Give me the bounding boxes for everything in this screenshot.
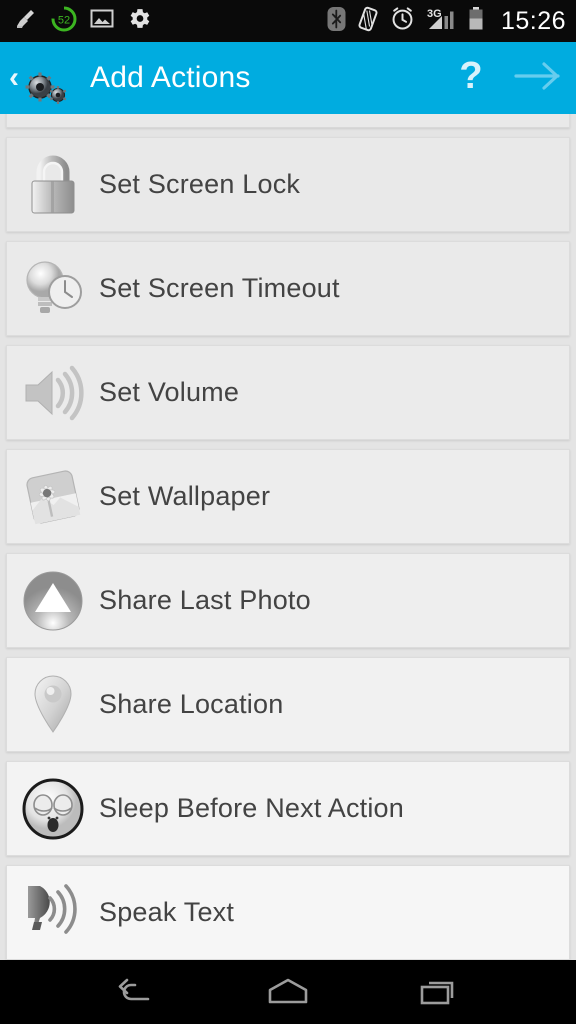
cleaner-broom-icon — [14, 7, 38, 36]
map-pin-icon — [7, 657, 99, 752]
list-item[interactable]: Set Screen Timeout — [6, 241, 570, 336]
list-item[interactable]: Set Volume — [6, 345, 570, 440]
speaking-head-icon — [7, 865, 99, 960]
list-item-label: Set Screen Timeout — [99, 273, 340, 303]
sleepy-face-icon — [7, 761, 99, 856]
wallpaper-photo-icon — [7, 449, 99, 544]
help-button[interactable]: ? — [442, 57, 500, 99]
page-title: Add Actions — [90, 61, 251, 94]
signal-3g-icon: 3G — [426, 6, 456, 37]
actions-list[interactable]: Set Screen Lock Set Screen Timeout Set V… — [0, 114, 576, 960]
battery-percent-badge-icon: 52 — [51, 6, 77, 37]
bluetooth-icon — [327, 6, 346, 37]
list-item-label: Share Location — [99, 689, 284, 719]
nav-home-button[interactable] — [248, 960, 328, 1024]
list-item-label: Set Volume — [99, 377, 240, 407]
settings-gear-icon — [127, 6, 152, 36]
list-item-label: Sleep Before Next Action — [99, 793, 404, 823]
status-bar-clock: 15:26 — [500, 6, 566, 35]
signal-3g-text: 3G — [427, 8, 442, 20]
speaker-volume-icon — [7, 345, 99, 440]
padlock-icon — [7, 137, 99, 232]
next-button[interactable] — [500, 59, 576, 98]
vibrate-icon — [357, 6, 379, 37]
lightbulb-clock-icon — [7, 241, 99, 336]
list-item-label: Set Wallpaper — [99, 481, 271, 511]
action-bar: ‹ Add Actions ? — [0, 42, 576, 114]
list-item[interactable]: Share Last Photo — [6, 553, 570, 648]
status-bar: 52 3G 15:26 — [0, 0, 576, 42]
list-item[interactable]: Share Location — [6, 657, 570, 752]
list-item[interactable]: Speak Text — [6, 865, 570, 960]
arrow-right-icon — [512, 59, 564, 98]
gears-icon — [20, 51, 74, 105]
battery-icon — [467, 6, 485, 37]
android-nav-bar — [0, 960, 576, 1024]
battery-percent-text: 52 — [58, 14, 70, 26]
nav-recents-button[interactable] — [400, 960, 480, 1024]
list-item-label: Speak Text — [99, 897, 235, 927]
list-item-label: Share Last Photo — [99, 585, 311, 615]
status-bar-left-icons: 52 — [14, 6, 152, 37]
share-triangle-circle-icon — [7, 553, 99, 648]
alarm-clock-icon — [390, 6, 415, 36]
nav-back-button[interactable] — [96, 960, 176, 1024]
list-item[interactable]: Set Screen Lock — [6, 137, 570, 232]
status-bar-right-icons: 3G 15:26 — [327, 6, 566, 37]
list-item-partial[interactable] — [6, 114, 570, 128]
list-item[interactable]: Sleep Before Next Action — [6, 761, 570, 856]
phone-screen: 52 3G 15:26 ‹ Add Actions ? Set Screen L… — [0, 0, 576, 1024]
list-item-label: Set Screen Lock — [99, 169, 301, 199]
screenshot-image-icon — [90, 8, 114, 35]
list-item[interactable]: Set Wallpaper — [6, 449, 570, 544]
